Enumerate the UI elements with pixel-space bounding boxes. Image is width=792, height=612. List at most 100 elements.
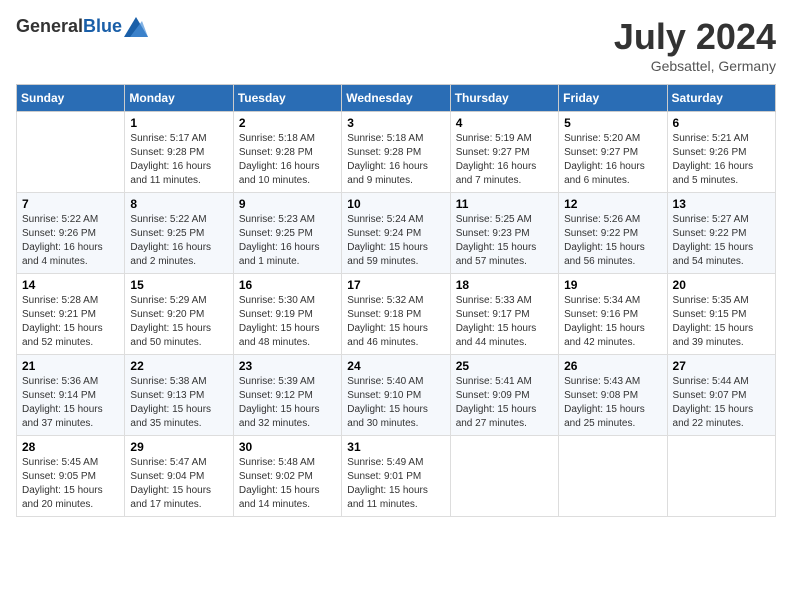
day-info: Sunrise: 5:28 AM Sunset: 9:21 PM Dayligh…: [22, 294, 119, 350]
day-info: Sunrise: 5:40 AM Sunset: 9:10 PM Dayligh…: [347, 375, 444, 431]
day-info: Sunrise: 5:45 AM Sunset: 9:05 PM Dayligh…: [22, 456, 119, 512]
month-title: July 2024: [614, 16, 776, 58]
day-info: Sunrise: 5:36 AM Sunset: 9:14 PM Dayligh…: [22, 375, 119, 431]
title-block: July 2024 Gebsattel, Germany: [614, 16, 776, 74]
day-info: Sunrise: 5:41 AM Sunset: 9:09 PM Dayligh…: [456, 375, 553, 431]
logo: GeneralBlue: [16, 16, 148, 37]
day-info: Sunrise: 5:44 AM Sunset: 9:07 PM Dayligh…: [673, 375, 770, 431]
day-info: Sunrise: 5:26 AM Sunset: 9:22 PM Dayligh…: [564, 213, 661, 269]
calendar-cell: 4Sunrise: 5:19 AM Sunset: 9:27 PM Daylig…: [450, 112, 558, 193]
day-number: 5: [564, 116, 661, 130]
calendar-cell: 3Sunrise: 5:18 AM Sunset: 9:28 PM Daylig…: [342, 112, 450, 193]
calendar-header-monday: Monday: [125, 85, 233, 112]
day-info: Sunrise: 5:38 AM Sunset: 9:13 PM Dayligh…: [130, 375, 227, 431]
calendar-cell: 27 Sunrise: 5:44 AM Sunset: 9:07 PM Dayli…: [667, 355, 775, 436]
day-number: 1: [130, 116, 227, 130]
calendar-cell: 17 Sunrise: 5:32 AM Sunset: 9:18 PM Dayli…: [342, 274, 450, 355]
day-info: Sunrise: 5:17 AM Sunset: 9:28 PM Dayligh…: [130, 132, 227, 188]
calendar-week-3: 14 Sunrise: 5:28 AM Sunset: 9:21 PM Dayli…: [17, 274, 776, 355]
day-number: 12: [564, 197, 661, 211]
logo-general-text: General: [16, 16, 83, 36]
day-number: 13: [673, 197, 770, 211]
day-number: 9: [239, 197, 336, 211]
location: Gebsattel, Germany: [614, 58, 776, 74]
day-number: 20: [673, 278, 770, 292]
day-number: 25: [456, 359, 553, 373]
calendar-cell: 6 Sunrise: 5:21 AM Sunset: 9:26 PM Daylig…: [667, 112, 775, 193]
calendar-week-2: 7 Sunrise: 5:22 AM Sunset: 9:26 PM Daylig…: [17, 193, 776, 274]
day-info: Sunrise: 5:43 AM Sunset: 9:08 PM Dayligh…: [564, 375, 661, 431]
calendar-cell: 5Sunrise: 5:20 AM Sunset: 9:27 PM Daylig…: [559, 112, 667, 193]
day-number: 11: [456, 197, 553, 211]
calendar-cell: 12 Sunrise: 5:26 AM Sunset: 9:22 PM Dayli…: [559, 193, 667, 274]
calendar-cell: 8 Sunrise: 5:22 AM Sunset: 9:25 PM Daylig…: [125, 193, 233, 274]
calendar-week-5: 28Sunrise: 5:45 AM Sunset: 9:05 PM Dayli…: [17, 436, 776, 517]
day-info: Sunrise: 5:24 AM Sunset: 9:24 PM Dayligh…: [347, 213, 444, 269]
calendar-table: SundayMondayTuesdayWednesdayThursdayFrid…: [16, 84, 776, 517]
day-number: 19: [564, 278, 661, 292]
calendar-cell: 19 Sunrise: 5:34 AM Sunset: 9:16 PM Dayli…: [559, 274, 667, 355]
day-info: Sunrise: 5:33 AM Sunset: 9:17 PM Dayligh…: [456, 294, 553, 350]
calendar-cell: 31Sunrise: 5:49 AM Sunset: 9:01 PM Dayli…: [342, 436, 450, 517]
calendar-cell: 2Sunrise: 5:18 AM Sunset: 9:28 PM Daylig…: [233, 112, 341, 193]
calendar-cell: [17, 112, 125, 193]
day-info: Sunrise: 5:21 AM Sunset: 9:26 PM Dayligh…: [673, 132, 770, 188]
calendar-cell: 26 Sunrise: 5:43 AM Sunset: 9:08 PM Dayli…: [559, 355, 667, 436]
day-info: Sunrise: 5:29 AM Sunset: 9:20 PM Dayligh…: [130, 294, 227, 350]
day-info: Sunrise: 5:22 AM Sunset: 9:26 PM Dayligh…: [22, 213, 119, 269]
calendar-cell: 1 Sunrise: 5:17 AM Sunset: 9:28 PM Daylig…: [125, 112, 233, 193]
day-number: 8: [130, 197, 227, 211]
calendar-header-saturday: Saturday: [667, 85, 775, 112]
calendar-cell: 22 Sunrise: 5:38 AM Sunset: 9:13 PM Dayli…: [125, 355, 233, 436]
calendar-header-tuesday: Tuesday: [233, 85, 341, 112]
day-number: 2: [239, 116, 336, 130]
calendar-cell: 30Sunrise: 5:48 AM Sunset: 9:02 PM Dayli…: [233, 436, 341, 517]
day-number: 14: [22, 278, 119, 292]
page-header: GeneralBlue July 2024 Gebsattel, Germany: [16, 16, 776, 74]
calendar-cell: [559, 436, 667, 517]
day-number: 3: [347, 116, 444, 130]
day-number: 21: [22, 359, 119, 373]
calendar-cell: 25 Sunrise: 5:41 AM Sunset: 9:09 PM Dayli…: [450, 355, 558, 436]
day-number: 22: [130, 359, 227, 373]
calendar-cell: 21 Sunrise: 5:36 AM Sunset: 9:14 PM Dayli…: [17, 355, 125, 436]
day-number: 10: [347, 197, 444, 211]
day-number: 26: [564, 359, 661, 373]
calendar-header-thursday: Thursday: [450, 85, 558, 112]
calendar-cell: 14 Sunrise: 5:28 AM Sunset: 9:21 PM Dayli…: [17, 274, 125, 355]
day-number: 16: [239, 278, 336, 292]
day-number: 6: [673, 116, 770, 130]
calendar-cell: [667, 436, 775, 517]
calendar-cell: 15 Sunrise: 5:29 AM Sunset: 9:20 PM Dayli…: [125, 274, 233, 355]
calendar-cell: 28Sunrise: 5:45 AM Sunset: 9:05 PM Dayli…: [17, 436, 125, 517]
calendar-cell: 16 Sunrise: 5:30 AM Sunset: 9:19 PM Dayli…: [233, 274, 341, 355]
calendar-header-row: SundayMondayTuesdayWednesdayThursdayFrid…: [17, 85, 776, 112]
day-number: 17: [347, 278, 444, 292]
logo-blue-text: Blue: [83, 16, 122, 36]
calendar-week-1: 1 Sunrise: 5:17 AM Sunset: 9:28 PM Daylig…: [17, 112, 776, 193]
day-number: 31: [347, 440, 444, 454]
day-info: Sunrise: 5:48 AM Sunset: 9:02 PM Dayligh…: [239, 456, 336, 512]
day-info: Sunrise: 5:30 AM Sunset: 9:19 PM Dayligh…: [239, 294, 336, 350]
day-info: Sunrise: 5:23 AM Sunset: 9:25 PM Dayligh…: [239, 213, 336, 269]
calendar-cell: 11 Sunrise: 5:25 AM Sunset: 9:23 PM Dayli…: [450, 193, 558, 274]
day-number: 29: [130, 440, 227, 454]
day-number: 24: [347, 359, 444, 373]
day-info: Sunrise: 5:35 AM Sunset: 9:15 PM Dayligh…: [673, 294, 770, 350]
calendar-cell: 13 Sunrise: 5:27 AM Sunset: 9:22 PM Dayli…: [667, 193, 775, 274]
calendar-cell: 20 Sunrise: 5:35 AM Sunset: 9:15 PM Dayli…: [667, 274, 775, 355]
calendar-header-wednesday: Wednesday: [342, 85, 450, 112]
day-info: Sunrise: 5:25 AM Sunset: 9:23 PM Dayligh…: [456, 213, 553, 269]
calendar-cell: 10 Sunrise: 5:24 AM Sunset: 9:24 PM Dayli…: [342, 193, 450, 274]
day-info: Sunrise: 5:19 AM Sunset: 9:27 PM Dayligh…: [456, 132, 553, 188]
calendar-cell: 24 Sunrise: 5:40 AM Sunset: 9:10 PM Dayli…: [342, 355, 450, 436]
day-number: 27: [673, 359, 770, 373]
day-info: Sunrise: 5:22 AM Sunset: 9:25 PM Dayligh…: [130, 213, 227, 269]
day-info: Sunrise: 5:27 AM Sunset: 9:22 PM Dayligh…: [673, 213, 770, 269]
day-info: Sunrise: 5:39 AM Sunset: 9:12 PM Dayligh…: [239, 375, 336, 431]
day-number: 15: [130, 278, 227, 292]
day-number: 7: [22, 197, 119, 211]
day-info: Sunrise: 5:34 AM Sunset: 9:16 PM Dayligh…: [564, 294, 661, 350]
calendar-cell: 7 Sunrise: 5:22 AM Sunset: 9:26 PM Daylig…: [17, 193, 125, 274]
day-info: Sunrise: 5:32 AM Sunset: 9:18 PM Dayligh…: [347, 294, 444, 350]
